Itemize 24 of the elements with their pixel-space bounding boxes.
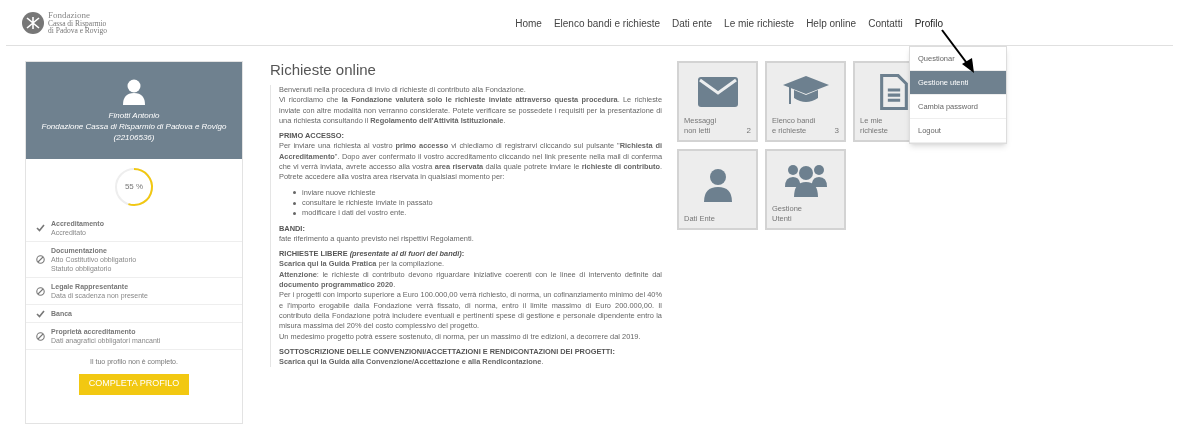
logo-icon (22, 11, 44, 34)
organization-code: (22106536) (113, 131, 155, 143)
nav-link[interactable]: Dati ente (672, 16, 713, 31)
bullet-icon (293, 191, 296, 195)
logo-title: Fondazione (48, 10, 91, 20)
nav-link[interactable]: Contatti (868, 16, 903, 31)
tile-count: 2 (746, 126, 751, 136)
nav-link[interactable]: Elenco bandi e richieste (553, 16, 661, 31)
nav-link[interactable]: Help online (806, 16, 857, 31)
user-name: Finotti Antonio (108, 109, 160, 121)
tile-count: 3 (834, 126, 839, 136)
users-icon (783, 162, 828, 197)
nav-link[interactable]: Home (515, 16, 542, 31)
bullet-icon (293, 201, 296, 205)
nav-link[interactable]: Profilo (914, 16, 943, 31)
envelope-icon (697, 76, 738, 107)
organization-name: Fondazione Cassa di Risparmio di Padova e Rovigo (41, 120, 227, 132)
person-icon (702, 167, 733, 202)
page-title: Richieste online (270, 61, 377, 79)
progress-reading: 55 % (123, 181, 145, 193)
nav-link[interactable]: Le mie richieste (724, 16, 795, 31)
user-icon (123, 78, 145, 105)
document-icon (879, 73, 908, 110)
bullet-icon (293, 211, 296, 215)
